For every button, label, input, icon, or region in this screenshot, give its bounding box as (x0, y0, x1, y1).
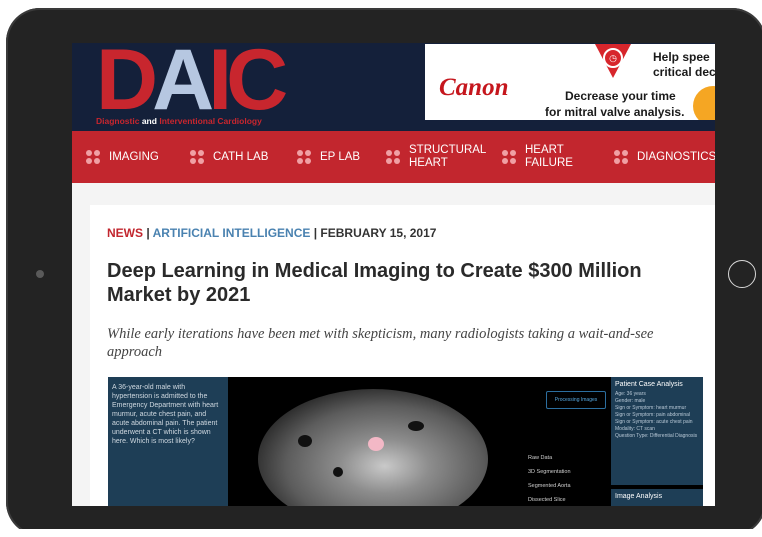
camera-icon (36, 270, 44, 278)
tagline-part-2: Interventional Cardiology (159, 116, 262, 126)
menu-item-segmented-aorta: Segmented Aorta (528, 483, 571, 489)
panel-title: Patient Case Analysis (615, 381, 683, 388)
nav-item-cath-lab[interactable]: CATH LAB (190, 131, 268, 183)
nav-label-line-2: FAILURE (525, 157, 573, 169)
ad-headline-2: critical deci (653, 65, 715, 79)
menu-item-raw-data: Raw Data (528, 455, 553, 461)
patient-case-panel: Patient Case Analysis Age: 36 years Gend… (611, 377, 703, 485)
panel-line: Sign or Symptom: acute chest pain (615, 419, 693, 425)
ad-copy-1: Decrease your time (565, 89, 676, 103)
article-subtitle: While early iterations have been met wit… (107, 326, 654, 360)
ad-brand-logo: Canon (439, 74, 509, 101)
article-title: Deep Learning in Medical Imaging to Crea… (107, 260, 642, 306)
nav-label-line-1: STRUCTURAL (409, 144, 487, 156)
grid-dots-icon (190, 150, 204, 164)
page-edge (0, 529, 762, 537)
meta-separator: | (143, 226, 153, 240)
grid-dots-icon (502, 150, 516, 164)
article-meta: NEWS | ARTIFICIAL INTELLIGENCE | FEBRUAR… (107, 226, 436, 240)
nav-label: IMAGING (109, 151, 159, 163)
panel-line: Sign or Symptom: pain abdominal (615, 412, 691, 418)
browser-screen: DAIC Diagnostic and Interventional Cardi… (72, 43, 715, 506)
clock-icon: ◷ (603, 48, 623, 68)
nav-label-line-2: HEART (409, 157, 448, 169)
nav-item-heart-failure[interactable]: HEART FAILURE (502, 131, 573, 183)
home-button[interactable] (728, 260, 756, 288)
grid-dots-icon (386, 150, 400, 164)
nav-item-ep-lab[interactable]: EP LAB (297, 131, 360, 183)
nav-label: EP LAB (320, 151, 361, 163)
grid-dots-icon (297, 150, 311, 164)
panel-line: Sign or Symptom: heart murmur (615, 405, 687, 411)
article-content: NEWS | ARTIFICIAL INTELLIGENCE | FEBRUAR… (90, 205, 715, 506)
ct-detail (333, 467, 343, 477)
category-link[interactable]: ARTIFICIAL INTELLIGENCE (153, 226, 311, 240)
processing-images-button: Processing Images (546, 391, 606, 409)
site-header: DAIC Diagnostic and Interventional Cardi… (72, 43, 715, 131)
nav-label: CATH LAB (213, 151, 269, 163)
ct-detail (408, 421, 424, 431)
main-nav: IMAGING CATH LAB EP LAB STRUCTURAL HEART… (72, 131, 715, 183)
article-image[interactable]: A 36-year-old male with hypertension is … (108, 377, 703, 506)
article-date: FEBRUARY 15, 2017 (320, 226, 437, 240)
panel-line: Age: 36 years (615, 391, 646, 397)
logo-tagline: Diagnostic and Interventional Cardiology (96, 116, 262, 126)
panel-line: Gender: male (615, 398, 646, 404)
menu-item-3d-segmentation: 3D Segmentation (528, 469, 571, 475)
panel-line: Modality: CT scan (615, 426, 655, 432)
nav-item-diagnostics[interactable]: DIAGNOSTICS (614, 131, 715, 183)
section-link[interactable]: NEWS (107, 226, 143, 240)
logo-letter-d: D (96, 45, 158, 115)
tagline-part-1: Diagnostic (96, 116, 140, 126)
grid-dots-icon (614, 150, 628, 164)
grid-dots-icon (86, 150, 100, 164)
ad-orange-graphic (693, 86, 715, 120)
nav-label: DIAGNOSTICS (637, 151, 715, 163)
case-description: A 36-year-old male with hypertension is … (108, 377, 228, 506)
ad-headline-1: Help spee (653, 50, 710, 64)
ad-copy-2: for mitral valve analysis. (545, 105, 685, 119)
image-analysis-panel: Image Analysis (611, 489, 703, 506)
nav-label-line-1: HEART (525, 144, 564, 156)
meta-separator: | (310, 226, 321, 240)
logo-letters-ic: IC (208, 45, 288, 115)
menu-item-dissected-slice: Dissected Slice (528, 497, 566, 503)
canon-ad-banner[interactable]: Canon ◷ Help spee critical deci Decrease… (425, 44, 715, 120)
nav-item-imaging[interactable]: IMAGING (86, 131, 159, 183)
nav-item-structural-heart[interactable]: STRUCTURAL HEART (386, 131, 486, 183)
panel-line: Question Type: Differential Diagnosis (615, 433, 698, 439)
tagline-and: and (141, 116, 157, 126)
logo-letter-a: A (152, 45, 214, 115)
ct-highlight (368, 437, 384, 451)
site-logo[interactable]: DAIC (96, 45, 314, 115)
ct-detail (298, 435, 312, 447)
